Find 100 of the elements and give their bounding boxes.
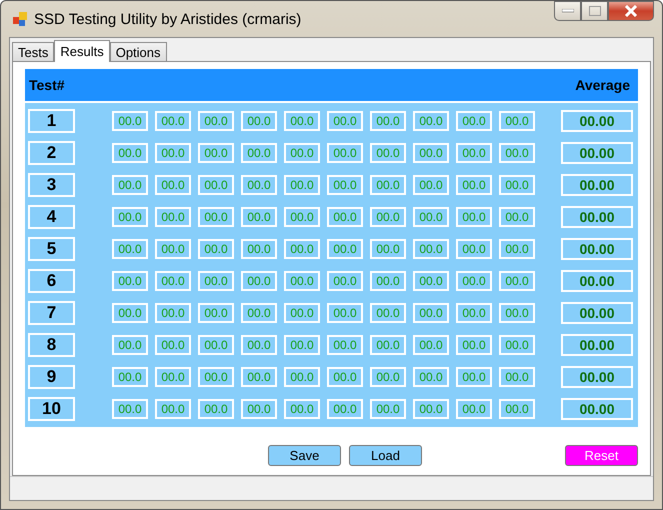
value-cell: 00.0 bbox=[241, 335, 277, 355]
test-number: 1 bbox=[28, 109, 75, 133]
value-cell: 00.0 bbox=[370, 207, 406, 227]
value-cell: 00.0 bbox=[112, 239, 148, 259]
average-cell: 00.00 bbox=[561, 174, 633, 196]
tab[interactable]: Results bbox=[54, 40, 110, 62]
value-cell: 00.0 bbox=[456, 207, 492, 227]
value-cell: 00.0 bbox=[370, 399, 406, 419]
value-cell: 00.0 bbox=[198, 207, 234, 227]
value-cell: 00.0 bbox=[327, 303, 363, 323]
value-cell: 00.0 bbox=[413, 111, 449, 131]
value-cell: 00.0 bbox=[112, 303, 148, 323]
value-cell: 00.0 bbox=[241, 143, 277, 163]
value-cell: 00.0 bbox=[413, 271, 449, 291]
value-cell: 00.0 bbox=[155, 111, 191, 131]
value-cell: 00.0 bbox=[499, 303, 535, 323]
value-cell: 00.0 bbox=[241, 239, 277, 259]
test-number: 9 bbox=[28, 365, 75, 389]
value-cell: 00.0 bbox=[241, 111, 277, 131]
value-cell: 00.0 bbox=[284, 303, 320, 323]
tab[interactable]: Tests bbox=[12, 42, 54, 61]
value-cell: 00.0 bbox=[112, 335, 148, 355]
value-cell: 00.0 bbox=[112, 143, 148, 163]
value-cell: 00.0 bbox=[499, 239, 535, 259]
minimize-button[interactable] bbox=[554, 1, 581, 21]
value-cell: 00.0 bbox=[370, 335, 406, 355]
value-cell: 00.0 bbox=[370, 239, 406, 259]
value-cell: 00.0 bbox=[155, 303, 191, 323]
value-cell: 00.0 bbox=[499, 143, 535, 163]
value-cell: 00.0 bbox=[284, 239, 320, 259]
value-cell: 00.0 bbox=[456, 303, 492, 323]
average-cell: 00.00 bbox=[561, 110, 633, 132]
value-cell: 00.0 bbox=[241, 399, 277, 419]
value-cell: 00.0 bbox=[241, 271, 277, 291]
value-cell: 00.0 bbox=[499, 207, 535, 227]
value-cell: 00.0 bbox=[284, 175, 320, 195]
value-cell: 00.0 bbox=[155, 143, 191, 163]
value-cell: 00.0 bbox=[155, 271, 191, 291]
test-number: 6 bbox=[28, 269, 75, 293]
value-cell: 00.0 bbox=[241, 175, 277, 195]
value-cell: 00.0 bbox=[327, 271, 363, 291]
value-cell: 00.0 bbox=[499, 367, 535, 387]
value-cell: 00.0 bbox=[241, 367, 277, 387]
column-header: Average bbox=[575, 77, 630, 93]
value-cell: 00.0 bbox=[327, 367, 363, 387]
average-cell: 00.00 bbox=[561, 206, 633, 228]
value-cell: 00.0 bbox=[284, 143, 320, 163]
value-cell: 00.0 bbox=[112, 175, 148, 195]
value-cell: 00.0 bbox=[112, 207, 148, 227]
value-cell: 00.0 bbox=[241, 303, 277, 323]
minimize-icon bbox=[562, 9, 574, 13]
test-number: 7 bbox=[28, 301, 75, 325]
value-cell: 00.0 bbox=[327, 143, 363, 163]
average-cell: 00.00 bbox=[561, 366, 633, 388]
maximize-button[interactable] bbox=[581, 1, 608, 21]
average-cell: 00.00 bbox=[561, 302, 633, 324]
test-number: 3 bbox=[28, 173, 75, 197]
close-button[interactable] bbox=[608, 1, 654, 21]
average-cell: 00.00 bbox=[561, 142, 633, 164]
value-cell: 00.0 bbox=[456, 367, 492, 387]
tab[interactable]: Options bbox=[110, 42, 167, 61]
value-cell: 00.0 bbox=[198, 367, 234, 387]
value-cell: 00.0 bbox=[499, 399, 535, 419]
value-cell: 00.0 bbox=[370, 271, 406, 291]
test-number: 5 bbox=[28, 237, 75, 261]
value-cell: 00.0 bbox=[155, 175, 191, 195]
action-button[interactable]: Load bbox=[349, 445, 422, 466]
value-cell: 00.0 bbox=[456, 239, 492, 259]
action-button[interactable]: Save bbox=[268, 445, 341, 466]
test-number: 10 bbox=[28, 397, 75, 421]
value-cell: 00.0 bbox=[456, 399, 492, 419]
app-icon bbox=[12, 11, 28, 27]
value-cell: 00.0 bbox=[155, 367, 191, 387]
value-cell: 00.0 bbox=[198, 143, 234, 163]
value-cell: 00.0 bbox=[198, 271, 234, 291]
value-cell: 00.0 bbox=[284, 399, 320, 419]
value-cell: 00.0 bbox=[155, 335, 191, 355]
average-cell: 00.00 bbox=[561, 398, 633, 420]
value-cell: 00.0 bbox=[456, 143, 492, 163]
value-cell: 00.0 bbox=[413, 207, 449, 227]
value-cell: 00.0 bbox=[241, 207, 277, 227]
value-cell: 00.0 bbox=[413, 239, 449, 259]
value-cell: 00.0 bbox=[413, 175, 449, 195]
value-cell: 00.0 bbox=[456, 175, 492, 195]
value-cell: 00.0 bbox=[499, 271, 535, 291]
close-icon bbox=[624, 5, 638, 17]
value-cell: 00.0 bbox=[327, 239, 363, 259]
value-cell: 00.0 bbox=[284, 207, 320, 227]
maximize-icon bbox=[588, 6, 600, 16]
value-cell: 00.0 bbox=[112, 271, 148, 291]
value-cell: 00.0 bbox=[155, 399, 191, 419]
value-cell: 00.0 bbox=[413, 335, 449, 355]
value-cell: 00.0 bbox=[499, 111, 535, 131]
value-cell: 00.0 bbox=[198, 399, 234, 419]
value-cell: 00.0 bbox=[155, 207, 191, 227]
value-cell: 00.0 bbox=[112, 111, 148, 131]
value-cell: 00.0 bbox=[198, 111, 234, 131]
value-cell: 00.0 bbox=[284, 271, 320, 291]
value-cell: 00.0 bbox=[456, 335, 492, 355]
value-cell: 00.0 bbox=[370, 367, 406, 387]
